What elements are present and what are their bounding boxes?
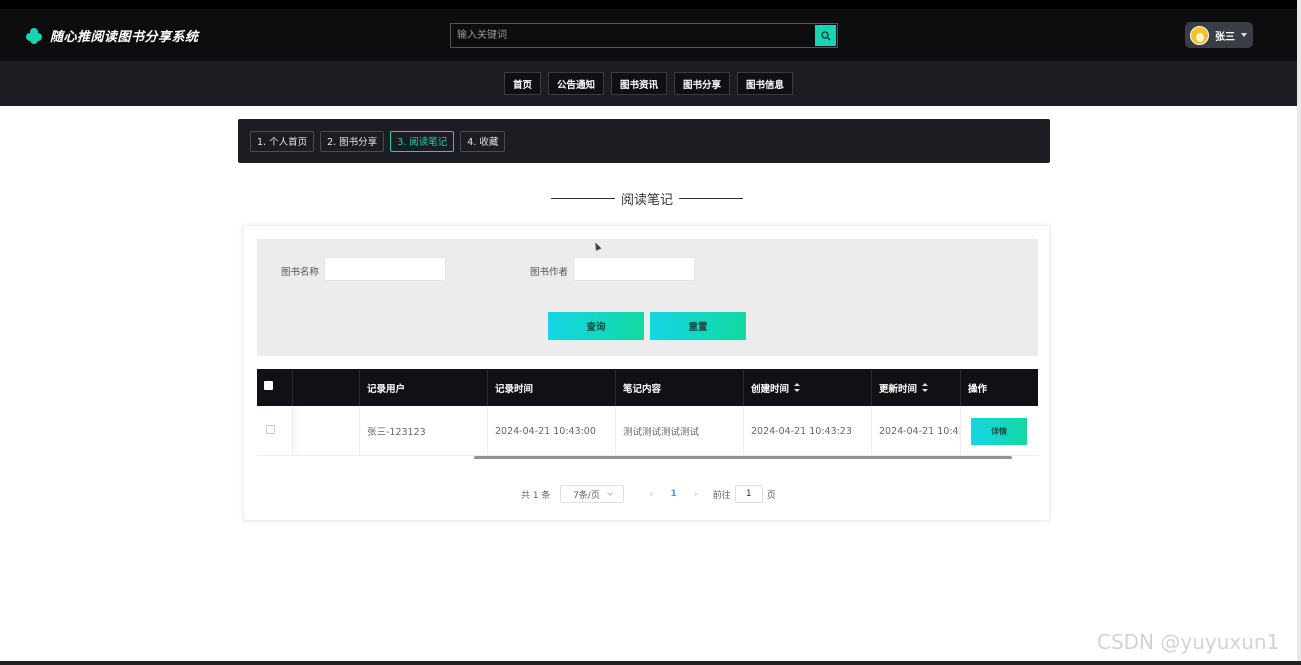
row-select-cell — [257, 406, 293, 456]
page-suffix: 页 — [766, 490, 776, 501]
nav-item-book-news[interactable]: 图书资讯 — [610, 72, 667, 95]
header-content: 笔记内容 — [616, 369, 744, 406]
caret-down-icon — [1241, 33, 1247, 37]
pagination: 共 1 条 7条/页 ‹ 1 › 前往 1 页 — [521, 485, 781, 503]
row-checkbox[interactable] — [266, 425, 275, 434]
tab-profile-home[interactable]: 1. 个人首页 — [250, 130, 315, 152]
cell-content: 测试测试测试测试 — [616, 406, 744, 456]
fixed-column-shadow — [293, 406, 294, 456]
header-record-time: 记录时间 — [488, 369, 616, 406]
query-button[interactable]: 查询 — [548, 312, 644, 340]
filter-panel: 图书名称 图书作者 查询 重置 — [257, 239, 1038, 356]
leaf-logo-icon — [26, 27, 42, 44]
logo[interactable]: 随心推阅读图书分享系统 — [26, 26, 199, 45]
reset-button[interactable]: 重置 — [650, 312, 746, 340]
tab-favorites[interactable]: 4. 收藏 — [460, 130, 506, 152]
header-updated[interactable]: 更新时间 — [872, 369, 961, 406]
search-input[interactable] — [451, 24, 814, 47]
divider — [551, 197, 615, 199]
goto-label: 前往 — [712, 490, 731, 501]
window-edge — [1297, 0, 1301, 665]
main-nav: 首页 公告通知 图书资讯 图书分享 图书信息 — [0, 61, 1297, 106]
divider — [679, 197, 744, 199]
cell-updated: 2024-04-21 10:43:23 — [872, 406, 961, 456]
search-icon — [820, 30, 830, 40]
book-author-input[interactable] — [573, 257, 695, 281]
cell-record-time: 2024-04-21 10:43:00 — [488, 406, 616, 456]
top-header: 随心推阅读图书分享系统 张三 — [0, 0, 1297, 61]
select-all-cell — [257, 369, 293, 406]
notes-card: 图书名称 图书作者 查询 重置 记录用户 记录时间 笔记内容 创建时间 更新时间 — [243, 225, 1050, 521]
header-user: 记录用户 — [360, 369, 488, 406]
book-author-label: 图书作者 — [530, 267, 569, 278]
book-name-label: 图书名称 — [281, 267, 320, 278]
table-row: 张三-123123 2024-04-21 10:43:00 测试测试测试测试 2… — [257, 406, 1038, 456]
page: 随心推阅读图书分享系统 张三 首页 公告通知 图书资讯 图书分享 图书信息 1. — [0, 0, 1301, 665]
nav-item-book-share[interactable]: 图书分享 — [674, 72, 731, 95]
cell-created: 2024-04-21 10:43:23 — [744, 406, 872, 456]
sort-icon[interactable] — [922, 383, 929, 392]
book-name-input[interactable] — [324, 257, 446, 281]
select-all-checkbox[interactable] — [264, 381, 273, 390]
header-blank — [293, 369, 360, 406]
page-size-select[interactable]: 7条/页 — [560, 485, 625, 503]
horizontal-scrollbar[interactable] — [474, 456, 1012, 459]
chevron-down-icon — [606, 490, 613, 496]
avatar — [1190, 25, 1209, 45]
site-title: 随心推阅读图书分享系统 — [50, 30, 199, 45]
page-number[interactable]: 1 — [670, 489, 676, 499]
header-created-label: 创建时间 — [751, 383, 790, 395]
window-bottom-edge — [0, 661, 1301, 665]
header-created[interactable]: 创建时间 — [744, 369, 872, 406]
row-blank-cell — [293, 406, 360, 456]
cell-user: 张三-123123 — [360, 406, 488, 456]
page-size-value: 7条/页 — [573, 490, 600, 501]
header-updated-label: 更新时间 — [879, 383, 918, 395]
sort-icon[interactable] — [794, 383, 801, 392]
table-header: 记录用户 记录时间 笔记内容 创建时间 更新时间 操作 — [257, 369, 1038, 406]
header-action: 操作 — [968, 383, 988, 395]
nav-item-book-info[interactable]: 图书信息 — [737, 72, 794, 95]
detail-button[interactable]: 详情 — [971, 418, 1027, 445]
nav-item-home[interactable]: 首页 — [503, 72, 541, 95]
nav-item-notice[interactable]: 公告通知 — [547, 72, 604, 95]
search-bar — [450, 23, 838, 48]
prev-page-icon[interactable]: ‹ — [647, 489, 655, 500]
watermark: CSDN @yuyuxun1 — [1097, 630, 1280, 654]
profile-tabs: 1. 个人首页 2. 图书分享 3. 阅读笔记 4. 收藏 — [238, 119, 1050, 163]
tab-reading-notes[interactable]: 3. 阅读笔记 — [390, 130, 455, 152]
goto-page-input[interactable]: 1 — [734, 485, 763, 503]
pagination-total: 共 1 条 — [521, 490, 551, 501]
user-name: 张三 — [1215, 31, 1235, 43]
notes-table: 记录用户 记录时间 笔记内容 创建时间 更新时间 操作 张三-123123 20… — [257, 369, 1038, 459]
next-page-icon[interactable]: › — [692, 489, 700, 500]
page-title: 阅读笔记 — [621, 192, 674, 208]
user-menu[interactable]: 张三 — [1185, 22, 1253, 48]
search-button[interactable] — [815, 25, 836, 46]
tab-book-share[interactable]: 2. 图书分享 — [320, 130, 385, 152]
section-heading: 阅读笔记 — [551, 188, 744, 208]
